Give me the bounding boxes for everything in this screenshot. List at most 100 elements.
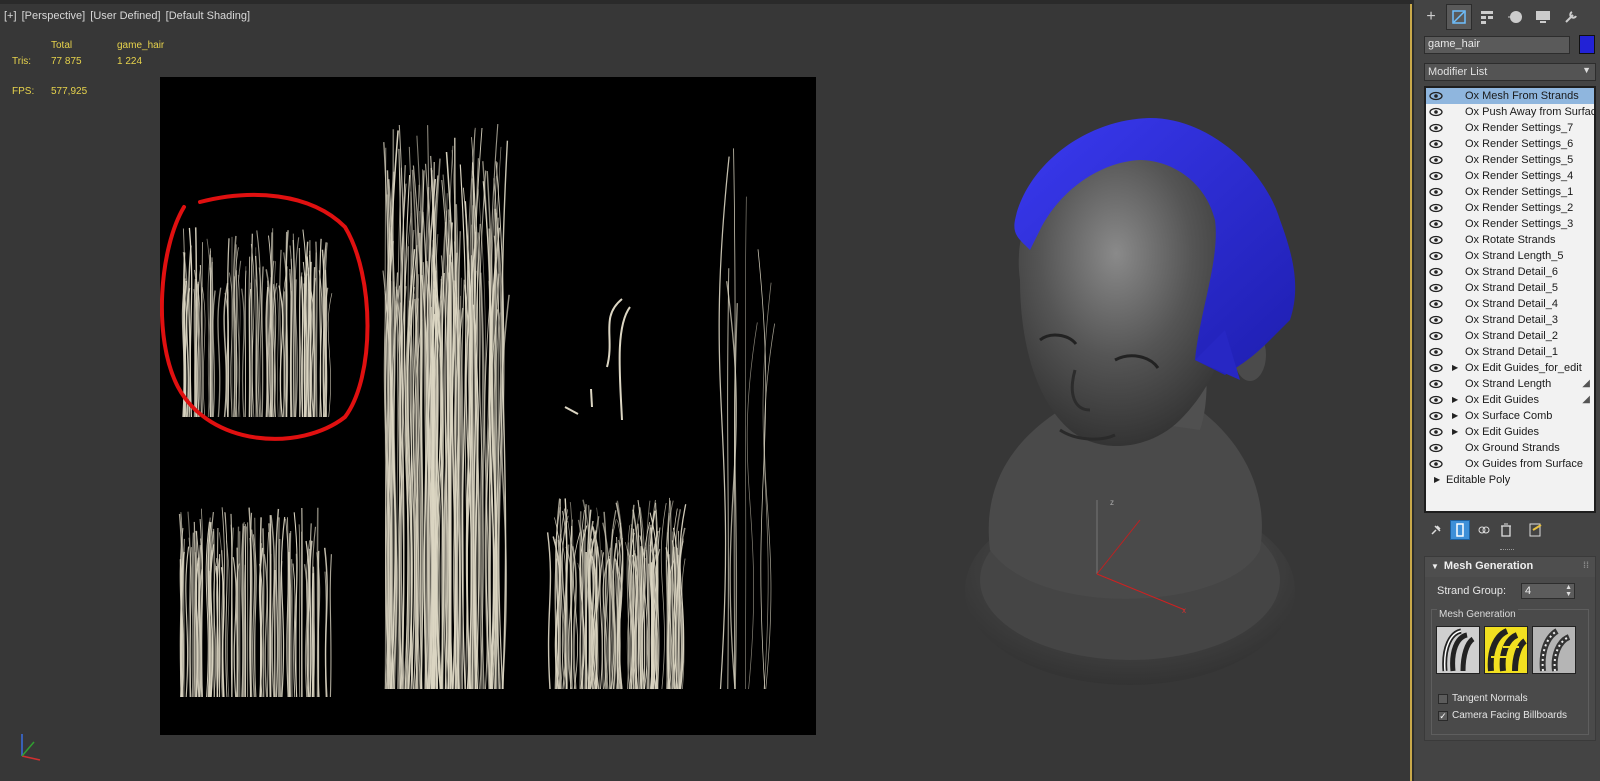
modifier-stack-item[interactable]: Ox Push Away from Surface [1426,104,1594,120]
vertex-strips-icon[interactable] [1436,626,1480,674]
eye-icon[interactable] [1429,346,1443,358]
modifier-stack-item[interactable]: Ox Render Settings_7 [1426,120,1594,136]
tubes-icon[interactable] [1532,626,1576,674]
hair-strand [275,508,280,698]
svg-text:z: z [1110,498,1114,507]
configure-sets-icon[interactable] [1526,520,1546,540]
eye-icon[interactable] [1429,170,1443,182]
strand-group-spinner[interactable]: 4 ▲ ▼ [1521,583,1575,599]
eye-icon[interactable] [1429,202,1443,214]
eye-icon[interactable] [1429,298,1443,310]
modifier-stack-item[interactable]: Ox Strand Detail_5 [1426,280,1594,296]
stack-toolbar [1414,520,1600,542]
modify-icon[interactable] [1446,4,1472,30]
pin-stack-icon[interactable] [1426,520,1446,540]
eye-icon[interactable] [1429,106,1443,118]
modifier-stack-item[interactable]: Ox Ground Strands [1426,440,1594,456]
modifier-list-dropdown[interactable]: Modifier List ▼ [1424,63,1596,81]
modifier-label: Ox Strand Length [1465,378,1552,390]
modifier-label: Ox Surface Comb [1465,410,1553,422]
eye-icon[interactable] [1429,282,1443,294]
modifier-stack-item[interactable]: Ox Strand Length ◢ [1426,376,1594,392]
modifier-stack-item[interactable]: Ox Render Settings_3 [1426,216,1594,232]
create-icon[interactable]: + [1418,4,1444,30]
expand-arrow-icon[interactable]: ▶ [1452,360,1458,376]
base-object-label: Editable Poly [1446,474,1511,486]
modifier-stack-item[interactable]: Ox Render Settings_1 [1426,184,1594,200]
modifier-stack-item[interactable]: ▶ Ox Edit Guides [1426,424,1594,440]
eye-icon[interactable] [1429,266,1443,278]
eye-icon[interactable] [1429,90,1443,102]
eye-icon[interactable] [1429,458,1443,470]
eye-icon[interactable] [1429,442,1443,454]
modifier-stack-item[interactable]: Ox Render Settings_5 [1426,152,1594,168]
camera-facing-billboards-checkbox[interactable]: ✓ Camera Facing Billboards [1438,709,1578,723]
modifier-stack-item[interactable]: Ox Render Settings_4 [1426,168,1594,184]
object-color-swatch[interactable] [1579,35,1595,54]
eye-icon[interactable] [1429,218,1443,230]
perspective-viewport[interactable]: [+] [Perspective] [User Defined] [Defaul… [0,0,1412,781]
modifier-stack-item[interactable]: Ox Render Settings_6 [1426,136,1594,152]
command-panel-tabs: + [1414,4,1600,30]
utilities-icon[interactable] [1558,4,1584,30]
eye-icon[interactable] [1429,394,1443,406]
modifier-stack-item[interactable]: Ox Rotate Strands [1426,232,1594,248]
object-name-field[interactable]: game_hair [1424,36,1570,54]
billboard-strips-icon[interactable] [1484,626,1528,674]
expand-arrow-icon[interactable]: ▶ [1434,472,1440,488]
eye-icon[interactable] [1429,138,1443,150]
spinner-arrows-icon[interactable]: ▲ ▼ [1565,584,1572,598]
eye-icon[interactable] [1429,186,1443,198]
modifier-stack[interactable]: Ox Mesh From Strands Ox Push Away from Su… [1424,86,1596,513]
modifier-stack-item[interactable]: Ox Strand Detail_6 [1426,264,1594,280]
show-end-result-icon[interactable] [1450,520,1470,540]
eye-icon[interactable] [1429,362,1443,374]
modifier-stack-item[interactable]: Ox Mesh From Strands [1426,88,1594,104]
display-icon[interactable] [1530,4,1556,30]
eye-icon[interactable] [1429,122,1443,134]
hair-strand-clumps [178,124,775,698]
hair-strand [733,148,736,690]
hair-strand [564,406,579,415]
modifier-stack-item[interactable]: ▶ Ox Edit Guides ◢ [1426,392,1594,408]
modifier-stack-item[interactable]: Ox Strand Detail_2 [1426,328,1594,344]
viewport-shading-menu[interactable]: [Default Shading] [166,10,250,22]
panel-divider-grip[interactable] [1500,549,1514,551]
modifier-stack-item[interactable]: Ox Guides from Surface [1426,456,1594,472]
viewport-user-defined-menu[interactable]: [User Defined] [90,10,160,22]
modifier-stack-base-object[interactable]: ▶ Editable Poly [1426,472,1594,488]
eye-icon[interactable] [1429,234,1443,246]
modifier-stack-item[interactable]: Ox Strand Detail_3 [1426,312,1594,328]
viewport-label-menu[interactable]: [+] [Perspective] [User Defined] [Defaul… [4,10,252,22]
expand-arrow-icon[interactable]: ▶ [1452,408,1458,424]
tangent-normals-box[interactable] [1438,694,1448,704]
camera-facing-box[interactable]: ✓ [1438,711,1448,721]
modifier-stack-item[interactable]: Ox Strand Length_5 [1426,248,1594,264]
viewport-plus-menu[interactable]: [+] [4,10,17,22]
eye-icon[interactable] [1429,426,1443,438]
modifier-stack-item[interactable]: ▶ Ox Surface Comb [1426,408,1594,424]
modifier-stack-item[interactable]: ▶ Ox Edit Guides_for_edit [1426,360,1594,376]
expand-arrow-icon[interactable]: ▶ [1452,424,1458,440]
eye-icon[interactable] [1429,250,1443,262]
head-bust-model[interactable]: z x [950,110,1310,710]
make-unique-icon[interactable] [1474,520,1494,540]
motion-icon[interactable] [1502,4,1528,30]
hierarchy-icon[interactable] [1474,4,1500,30]
eye-icon[interactable] [1429,410,1443,422]
modifier-stack-item[interactable]: Ox Strand Detail_1 [1426,344,1594,360]
command-panel: + game_hair Modifier List ▼ Ox Mesh From… [1414,0,1600,781]
tangent-normals-checkbox[interactable]: Tangent Normals [1438,692,1578,706]
eye-icon[interactable] [1429,314,1443,326]
eye-icon[interactable] [1429,378,1443,390]
eye-icon[interactable] [1429,154,1443,166]
expand-arrow-icon[interactable]: ▶ [1452,392,1458,408]
remove-modifier-icon[interactable] [1496,520,1516,540]
viewport-pov-menu[interactable]: [Perspective] [22,10,86,22]
eye-icon[interactable] [1429,330,1443,342]
rollout-header[interactable]: ▼ Mesh Generation ⁞⁞ [1425,557,1595,577]
svg-text:x: x [1182,606,1186,615]
modifier-stack-item[interactable]: Ox Render Settings_2 [1426,200,1594,216]
modifier-stack-item[interactable]: Ox Strand Detail_4 [1426,296,1594,312]
hair-texture-plane[interactable] [159,77,816,735]
